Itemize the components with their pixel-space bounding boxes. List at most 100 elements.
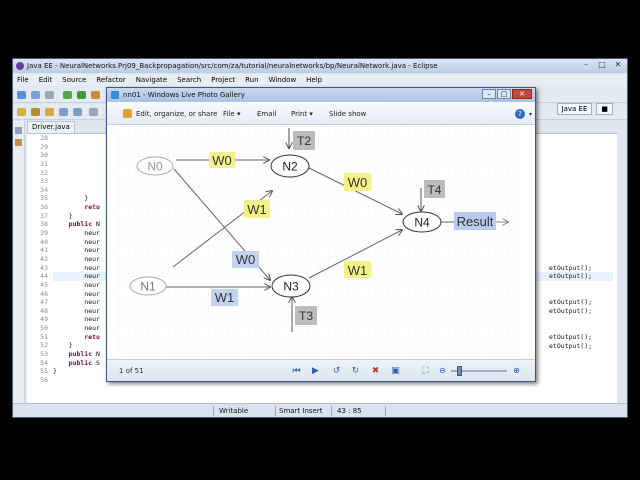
line-number: 55 — [40, 367, 48, 376]
eclipse-title-bar: Java EE - NeuralNetworks.Prj09_Backpropa… — [13, 59, 627, 73]
photo-counter: 1 of 51 — [119, 367, 144, 375]
line-number: 46 — [40, 289, 48, 298]
slide-show-button[interactable]: Slide show — [329, 110, 366, 118]
gallery-close-icon[interactable]: ✕ — [512, 89, 532, 99]
save-icon[interactable] — [31, 91, 40, 99]
line-number: 44 — [40, 272, 48, 281]
edit-organize-share-button[interactable]: Edit, organize, or share — [136, 110, 217, 118]
menu-edit[interactable]: Edit — [39, 74, 53, 86]
file-menu-button[interactable]: File ▾ — [223, 110, 240, 118]
code-fragment: etOutput(); — [549, 263, 593, 272]
code-fragment: etOutput(); — [549, 341, 593, 350]
line-number: 37 — [40, 211, 48, 220]
line-number: 38 — [40, 220, 48, 229]
help-icon[interactable]: ? — [515, 109, 525, 119]
status-cursor-position: 43 : 85 — [337, 407, 362, 415]
fit-to-window-icon[interactable]: ⛶ — [420, 366, 431, 376]
perspective-java-icon[interactable]: ■ — [596, 103, 613, 115]
line-number: 43 — [40, 263, 48, 272]
neural-network-diagram: N0 N1 N2 N3 N4 W0 W1 W0 W1 W0 W1 T2 T3 T… — [116, 126, 524, 358]
perspective-java-ee-button[interactable]: Java EE — [556, 103, 593, 115]
line-number: 35 — [40, 194, 48, 203]
restore-view-icon[interactable] — [15, 127, 22, 134]
menu-window[interactable]: Window — [269, 74, 297, 86]
node-n1-label: N1 — [140, 280, 156, 294]
new-icon[interactable] — [17, 91, 26, 99]
package-explorer-icon[interactable] — [15, 139, 22, 146]
code-fragment: etOutput(); — [549, 332, 593, 341]
zoom-in-icon[interactable]: ⊕ — [511, 366, 522, 376]
gallery-maximize-icon[interactable]: □ — [497, 89, 511, 99]
menu-project[interactable]: Project — [211, 74, 235, 86]
debug-icon[interactable] — [63, 91, 72, 99]
delete-icon[interactable]: ✖ — [370, 366, 381, 376]
run-icon[interactable] — [77, 91, 86, 99]
line-number: 28 — [40, 134, 48, 142]
line-number: 34 — [40, 185, 48, 194]
node-n3-label: N3 — [283, 280, 299, 294]
search-icon[interactable] — [31, 108, 40, 116]
line-number: 33 — [40, 177, 48, 186]
forward-icon[interactable] — [73, 108, 82, 116]
line-number: 36 — [40, 203, 48, 212]
eclipse-app-icon — [16, 62, 24, 70]
grid-background — [116, 126, 524, 358]
threshold-t2: T2 — [297, 134, 311, 148]
line-number: 29 — [40, 142, 48, 151]
back-icon[interactable] — [59, 108, 68, 116]
weight-w1-bottom: W1 — [215, 290, 235, 305]
line-number: 40 — [40, 237, 48, 246]
node-n0-label: N0 — [147, 160, 163, 174]
menu-navigate[interactable]: Navigate — [136, 74, 167, 86]
help-dropdown-icon[interactable]: ▾ — [529, 111, 532, 118]
weight-w0-out: W0 — [348, 175, 368, 190]
line-number: 39 — [40, 229, 48, 238]
email-button[interactable]: Email — [257, 110, 276, 118]
zoom-slider-thumb[interactable] — [457, 366, 462, 376]
weight-w1-cross: W1 — [247, 202, 267, 217]
rotate-right-icon[interactable]: ↻ — [350, 366, 361, 376]
weight-w0-top: W0 — [212, 153, 232, 168]
node-n4-label: N4 — [414, 216, 430, 230]
line-number: 48 — [40, 306, 48, 315]
tab-driver-java[interactable]: Driver.java — [27, 121, 75, 133]
photo-gallery-window: nn01 - Windows Live Photo Gallery – □ ✕ … — [106, 87, 536, 382]
slideshow-icon[interactable]: ▣ — [390, 366, 401, 376]
code-fragment: etOutput(); — [549, 298, 593, 307]
editor-tabs: Driver.java — [27, 121, 111, 133]
node-n2-label: N2 — [282, 160, 298, 174]
external-tools-icon[interactable] — [91, 91, 100, 99]
zoom-out-icon[interactable]: ⊖ — [437, 366, 448, 376]
menu-refactor[interactable]: Refactor — [96, 74, 125, 86]
previous-icon[interactable]: ⏮ — [291, 366, 302, 376]
rotate-left-icon[interactable]: ↺ — [331, 366, 342, 376]
gallery-title-text: nn01 - Windows Live Photo Gallery — [123, 91, 245, 99]
minimize-icon[interactable]: – — [581, 61, 591, 70]
play-icon[interactable]: ▶ — [310, 366, 321, 376]
pin-icon[interactable] — [89, 108, 98, 116]
next-annotation-icon[interactable] — [45, 108, 54, 116]
result-label: Result — [457, 214, 494, 229]
line-number: 56 — [40, 375, 48, 384]
menu-source[interactable]: Source — [62, 74, 86, 86]
gallery-navigation-bar: 1 of 51 ⏮ ▶ ↺ ↻ ✖ ▣ ⛶ ⊖ ⊕ — [107, 359, 535, 381]
edit-organize-icon — [123, 109, 132, 118]
perspective-switcher: Java EE ■ — [556, 103, 613, 115]
gallery-minimize-icon[interactable]: – — [482, 89, 496, 99]
minimized-views-strip — [13, 121, 25, 403]
print-menu-button[interactable]: Print ▾ — [291, 110, 313, 118]
menu-file[interactable]: File — [17, 74, 29, 86]
close-icon[interactable]: ✕ — [613, 61, 623, 70]
line-number-gutter: 28 29 30 31 32 33 34 35 36 37 38 39 40 41 42 43 44 45 46 47… — [27, 134, 51, 403]
menu-help[interactable]: Help — [306, 74, 322, 86]
menu-search[interactable]: Search — [177, 74, 201, 86]
menu-run[interactable]: Run — [245, 74, 258, 86]
eclipse-menu-bar: File Edit Source Refactor Navigate Searc… — [13, 74, 627, 86]
eclipse-window-buttons: – □ ✕ — [581, 61, 623, 70]
print-icon[interactable] — [45, 91, 54, 99]
line-number: 54 — [40, 358, 48, 367]
maximize-icon[interactable]: □ — [597, 61, 607, 70]
file-menu-label: File — [223, 110, 235, 118]
open-type-icon[interactable] — [17, 108, 26, 116]
line-number: 50 — [40, 324, 48, 333]
